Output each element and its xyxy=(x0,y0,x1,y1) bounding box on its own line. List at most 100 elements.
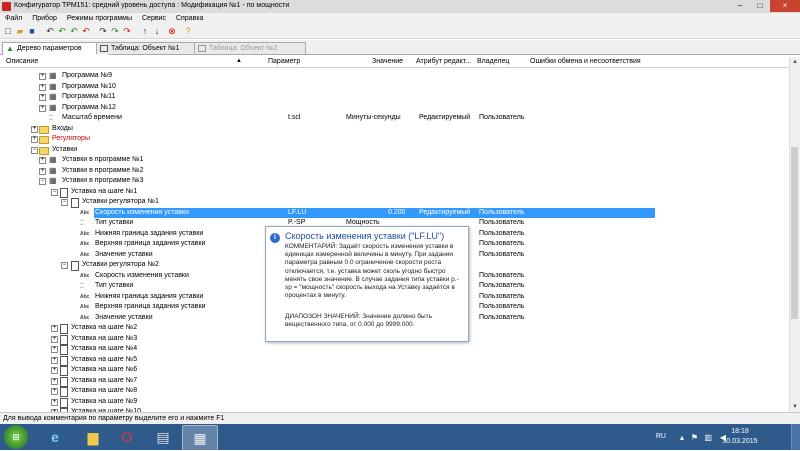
param-owner: Пользователь xyxy=(479,251,525,258)
expand-toggle-icon[interactable]: + xyxy=(51,378,58,385)
clock-time[interactable]: 18:18 xyxy=(720,428,760,435)
stop-icon[interactable]: ⊗ xyxy=(167,26,177,36)
show-desktop-button[interactable] xyxy=(791,424,800,450)
expand-toggle-icon[interactable]: + xyxy=(39,157,46,164)
expand-toggle-icon[interactable]: + xyxy=(51,336,58,343)
tree-row[interactable]: − Уставка на шаге №1 xyxy=(0,187,790,198)
col-owner[interactable]: Владелец xyxy=(477,58,509,65)
undo-icon[interactable]: ↶ xyxy=(45,26,55,36)
tree-row[interactable]: + ▦ Программа №11 xyxy=(0,92,790,102)
tree-row[interactable]: + Уставка на шаге №8 xyxy=(0,386,790,397)
tree-row[interactable]: + ▦ Уставки в программе №2 xyxy=(0,166,790,176)
tree-row[interactable]: ▫▫ ▫▫ Масштаб времени t.scl Минуты-секунды Ре… xyxy=(0,113,790,123)
start-button[interactable]: ⊞ xyxy=(4,425,28,449)
param-code: LF.LU xyxy=(288,209,307,216)
network-icon[interactable]: ▥ xyxy=(704,433,712,442)
tree-item-label: Уставки в программе №1 xyxy=(62,156,144,163)
expand-toggle-icon[interactable]: + xyxy=(51,399,58,406)
redo-icon[interactable]: ↷ xyxy=(98,26,108,36)
tree-row[interactable]: + Регуляторы xyxy=(0,134,790,144)
tree-row[interactable]: + ▦ Программа №10 xyxy=(0,82,790,92)
scroll-up-icon[interactable]: ▲ xyxy=(790,57,800,67)
expand-toggle-icon[interactable]: − xyxy=(39,178,46,185)
tree-row[interactable]: − Уставки xyxy=(0,145,790,155)
expand-toggle-icon[interactable]: + xyxy=(39,73,46,80)
tree-row[interactable]: − Уставки регулятора №1 xyxy=(0,197,790,208)
col-value[interactable]: Значение xyxy=(372,58,403,65)
clock-date[interactable]: 30.03.2015 xyxy=(720,438,760,445)
read-all-icon[interactable]: ↶ xyxy=(69,26,79,36)
vertical-scrollbar[interactable]: ▲ ▼ xyxy=(789,57,800,412)
tab-object-1[interactable]: Таблица: Объект №1 xyxy=(96,42,208,54)
column-header: Описание ▲ Параметр Значение Атрибут ред… xyxy=(0,57,790,68)
arrow-down-icon[interactable]: ↓ xyxy=(152,26,162,36)
expand-toggle-icon[interactable]: − xyxy=(61,262,68,269)
write-icon[interactable]: ↶ xyxy=(81,26,91,36)
close-button[interactable]: × xyxy=(770,0,800,12)
read-icon[interactable]: ↶ xyxy=(57,26,67,36)
expand-toggle-icon[interactable]: − xyxy=(31,147,38,154)
text-param-icon: Abc xyxy=(80,294,90,300)
expand-toggle-icon[interactable]: + xyxy=(51,367,58,374)
tree-item-label: Уставка на шаге №3 xyxy=(71,335,138,342)
expand-toggle-icon[interactable]: − xyxy=(51,189,58,196)
explorer-taskbar-icon[interactable]: ▆ xyxy=(76,425,110,449)
tree-row[interactable]: + Уставка на шаге №4 xyxy=(0,344,790,355)
scroll-down-icon[interactable]: ▼ xyxy=(790,402,800,412)
menu-help[interactable]: Справка xyxy=(171,13,208,24)
new-file-icon[interactable]: □ xyxy=(3,26,13,36)
flag-icon[interactable]: ⚑ xyxy=(691,433,698,442)
minimize-button[interactable]: – xyxy=(730,0,750,12)
write-device-icon[interactable]: ↷ xyxy=(110,26,120,36)
maximize-button[interactable]: □ xyxy=(750,0,770,12)
tree-row[interactable]: + Уставка на шаге №7 xyxy=(0,376,790,387)
scroll-thumb[interactable] xyxy=(791,147,798,319)
menu-modes[interactable]: Режимы программы xyxy=(62,13,137,24)
program-icon: ▦ xyxy=(49,103,57,112)
menu-device[interactable]: Прибор xyxy=(27,13,62,24)
tree-row[interactable]: + ▦ Уставки в программе №1 xyxy=(0,155,790,165)
help-icon[interactable]: ? xyxy=(183,26,193,36)
expand-toggle-icon[interactable]: + xyxy=(51,357,58,364)
expand-toggle-icon[interactable]: + xyxy=(39,168,46,175)
tab-object-2[interactable]: Таблица: Объект №2 xyxy=(194,42,306,54)
info-icon: i xyxy=(270,233,280,243)
trm151-taskbar-icon[interactable]: ▦ xyxy=(182,425,218,451)
expand-toggle-icon[interactable]: + xyxy=(31,126,38,133)
tree-row[interactable]: + ▦ Программа №9 xyxy=(0,71,790,81)
tree-row[interactable]: + Уставка на шаге №5 xyxy=(0,355,790,366)
open-folder-icon[interactable]: ▰ xyxy=(15,26,25,36)
configurator-taskbar-icon[interactable]: ▤ xyxy=(146,425,180,449)
expand-toggle-icon[interactable]: + xyxy=(51,325,58,332)
save-icon[interactable]: ■ xyxy=(27,26,37,36)
expand-toggle-icon[interactable]: + xyxy=(39,94,46,101)
expand-toggle-icon[interactable]: + xyxy=(31,136,38,143)
expand-toggle-icon[interactable]: + xyxy=(51,388,58,395)
ie-taskbar-icon[interactable]: e xyxy=(38,425,72,449)
tray-expand-icon[interactable]: ▴ xyxy=(680,433,684,442)
expand-toggle-icon[interactable]: + xyxy=(51,346,58,353)
write-all-icon[interactable]: ↷ xyxy=(122,26,132,36)
tree-row[interactable]: + Уставка на шаге №6 xyxy=(0,365,790,376)
tree-icon: ▲ xyxy=(6,44,14,53)
tab-parameter-tree[interactable]: ▲ Дерево параметров xyxy=(2,42,110,55)
language-indicator[interactable]: RU xyxy=(656,433,666,440)
tree-row[interactable]: + Уставка на шаге №9 xyxy=(0,397,790,408)
expand-toggle-icon[interactable]: + xyxy=(39,84,46,91)
expand-toggle-icon[interactable]: + xyxy=(39,105,46,112)
col-parameter[interactable]: Параметр xyxy=(268,58,300,65)
tree-item-label: Уставка на шаге №7 xyxy=(71,377,138,384)
menu-service[interactable]: Сервис xyxy=(137,13,171,24)
tree-row[interactable]: + ▦ Программа №12 xyxy=(0,103,790,113)
tree-row[interactable]: + Входы xyxy=(0,124,790,134)
tree-row[interactable]: Abc Скорость изменения уставки LF.LU 0.200 Р… xyxy=(0,208,790,218)
opera-taskbar-icon[interactable]: O xyxy=(110,425,144,449)
col-attribute[interactable]: Атрибут редакт... xyxy=(416,58,471,65)
tree-row[interactable]: − ▦ Уставки в программе №3 xyxy=(0,176,790,186)
param-owner: Пользователь xyxy=(479,209,525,216)
arrow-up-icon[interactable]: ↑ xyxy=(140,26,150,36)
col-description[interactable]: Описание xyxy=(6,58,38,65)
col-errors[interactable]: Ошибки обмена и несоответствия xyxy=(530,58,641,65)
expand-toggle-icon[interactable]: − xyxy=(61,199,68,206)
menu-file[interactable]: Файл xyxy=(0,13,27,24)
